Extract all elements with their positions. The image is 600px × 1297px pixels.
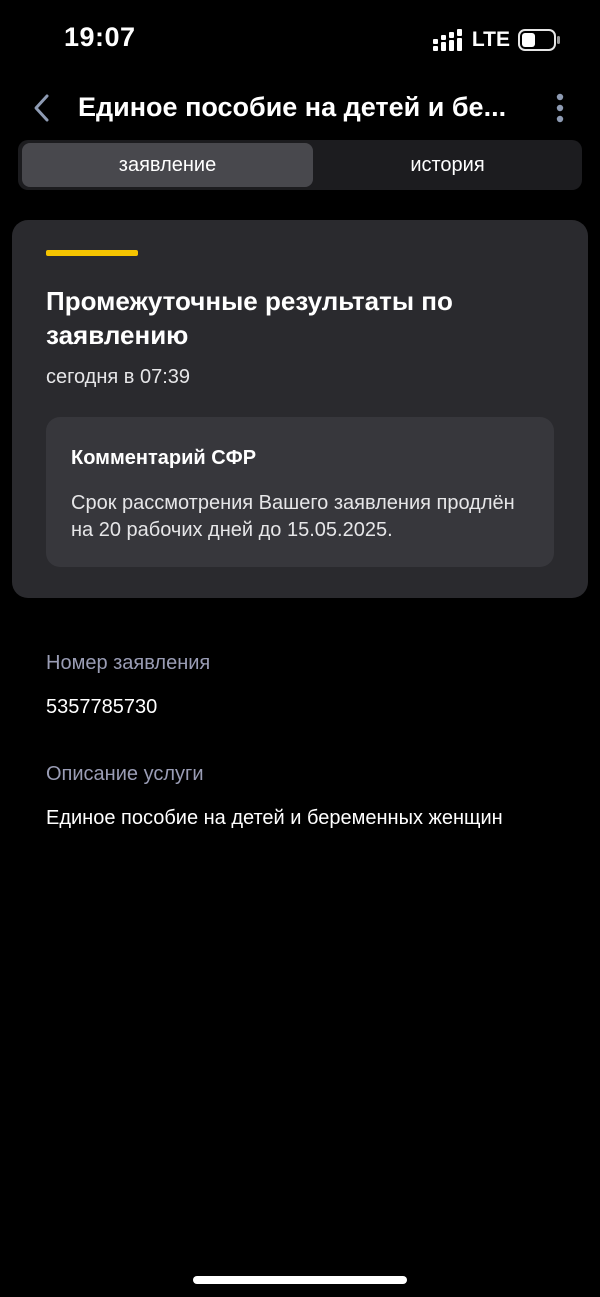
- battery-icon: [518, 29, 560, 51]
- chevron-left-icon: [34, 94, 49, 122]
- status-bar: 19:07 LTE: [0, 0, 600, 80]
- more-vertical-icon: [556, 93, 564, 123]
- page-title: Единое пособие на детей и бе...: [78, 92, 507, 122]
- application-number-label: Номер заявления: [46, 652, 211, 674]
- tab-history[interactable]: история: [317, 143, 578, 187]
- signal-bars-icon: [432, 29, 462, 51]
- application-number-value: 5357785730: [46, 696, 158, 718]
- status-time: 19:07: [64, 22, 136, 52]
- result-card: Промежуточные результаты по заявлению се…: [12, 220, 588, 598]
- status-accent-bar: [46, 250, 138, 256]
- nav-header: Единое пособие на детей и бе...: [0, 80, 600, 136]
- comment-title: Комментарий СФР: [71, 447, 257, 469]
- network-type-label: LTE: [471, 28, 510, 51]
- status-indicators: LTE: [432, 28, 560, 52]
- home-indicator[interactable]: [193, 1276, 407, 1284]
- comment-box: Комментарий СФР Срок рассмотрения Вашего…: [46, 417, 554, 567]
- service-description-label: Описание услуги: [46, 763, 204, 785]
- tab-application[interactable]: заявление: [22, 143, 313, 187]
- back-button[interactable]: [24, 90, 60, 126]
- result-title: Промежуточные результаты по заявлению: [46, 286, 453, 350]
- comment-text: Срок рассмотрения Вашего заявления продл…: [71, 492, 515, 541]
- more-options-button[interactable]: [546, 90, 574, 126]
- tab-switcher: заявление история: [18, 140, 582, 190]
- service-description-value: Единое пособие на детей и беременных жен…: [46, 807, 503, 829]
- result-date: сегодня в 07:39: [46, 366, 190, 388]
